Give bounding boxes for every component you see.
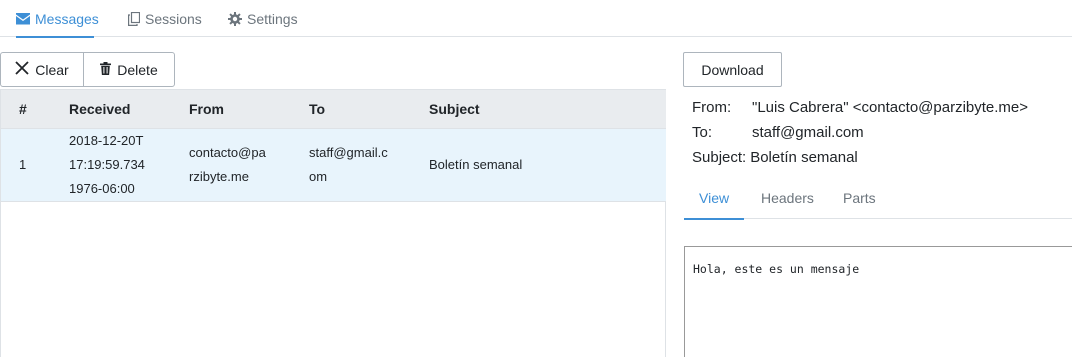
message-tabs: View Headers Parts [683,181,1072,220]
cell-from-line: rzibyte.me [189,169,249,184]
clear-button-label: Clear [35,61,69,78]
cell-from: contacto@pa rzibyte.me [189,141,266,189]
cell-received-line: 17:19:59.734 [69,157,145,172]
message-body: Hola, este es un mensaje [693,262,860,276]
to-value: staff@gmail.com [752,124,864,141]
to-header: To: staff@gmail.com [692,124,864,141]
tab-view[interactable]: View [683,181,745,220]
tab-sessions[interactable]: Sessions [128,0,202,37]
message-detail: From: "Luis Cabrera" <contacto@parzibyte.… [683,89,1072,357]
tab-messages-label: Messages [35,10,99,27]
cell-received-line: 1976-06:00 [69,181,135,196]
clear-button[interactable]: Clear [0,52,84,87]
column-header-to[interactable]: To [309,90,325,128]
subject-key: Subject: [692,149,747,166]
tab-sessions-label: Sessions [145,10,202,27]
tab-settings[interactable]: Settings [228,0,300,37]
cell-to: staff@gmail.c om [309,141,388,189]
column-header-num[interactable]: # [19,90,27,128]
tab-parts[interactable]: Parts [843,181,876,219]
subject-value: Boletín semanal [750,149,858,166]
download-button[interactable]: Download [683,52,782,87]
table-row[interactable]: 1 2018-12-20T 17:19:59.734 1976-06:00 co… [1,129,666,202]
cell-received: 2018-12-20T 17:19:59.734 1976-06:00 [69,129,145,201]
message-list: # Received From To Subject 1 2018-12-20T… [0,89,666,357]
tab-headers[interactable]: Headers [761,181,814,219]
from-key: From: [692,99,732,116]
cell-from-line: contacto@pa [189,145,266,160]
envelope-icon [16,12,30,25]
from-header: From: "Luis Cabrera" <contacto@parzibyte.… [692,99,1028,116]
cell-received-line: 2018-12-20T [69,133,144,148]
copy-icon [128,11,140,26]
gear-icon [228,11,242,26]
trash-icon [100,61,112,78]
cell-num: 1 [19,157,27,172]
table-header: # Received From To Subject [1,89,666,129]
delete-button-label: Delete [117,61,158,78]
from-value: "Luis Cabrera" <contacto@parzibyte.me> [752,99,1029,116]
subject-header: Subject: Boletín semanal [692,149,858,166]
cell-to-line: staff@gmail.c [309,145,388,160]
download-button-label: Download [701,61,764,78]
to-key: To: [692,124,713,141]
main-nav: Messages Sessions Settings [0,0,1072,38]
column-header-received[interactable]: Received [69,90,130,128]
tab-settings-label: Settings [247,10,298,27]
delete-button[interactable]: Delete [83,52,175,87]
column-header-subject[interactable]: Subject [429,90,480,128]
cell-to-line: om [309,169,328,184]
close-icon [15,61,29,78]
message-body-frame[interactable]: Hola, este es un mensaje [684,246,1072,357]
cell-subject: Boletín semanal [429,157,523,172]
tab-messages[interactable]: Messages [16,0,99,38]
column-header-from[interactable]: From [189,90,224,128]
